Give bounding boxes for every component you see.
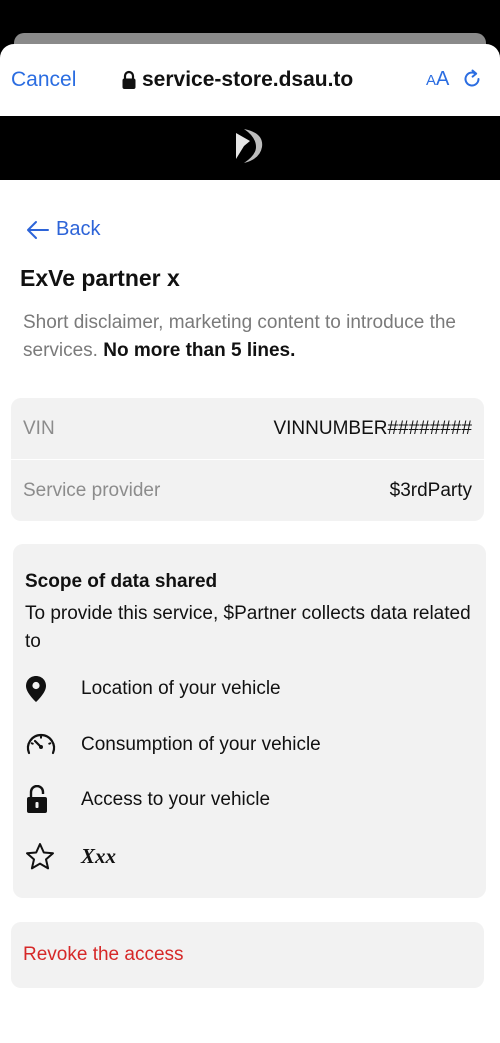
revoke-label: Revoke the access: [23, 944, 184, 965]
scope-title: Scope of data shared: [25, 571, 218, 592]
arrow-left-icon: [27, 220, 49, 239]
disclaimer-bold: No more than 5 lines.: [103, 340, 296, 361]
location-pin-icon: [25, 673, 69, 705]
cancel-button[interactable]: Cancel: [11, 68, 76, 92]
revoke-access-button[interactable]: Revoke the access: [11, 922, 484, 988]
scope-item-consumption: Consumption of your vehicle: [25, 729, 321, 761]
scope-item-label: Xxx: [81, 843, 117, 868]
brand-header: [0, 116, 500, 180]
provider-value: $3rdParty: [389, 479, 472, 501]
provider-row: Service provider $3rdParty: [11, 460, 484, 521]
page-title: ExVe partner x: [20, 265, 180, 291]
back-label: Back: [56, 218, 101, 240]
scope-description: To provide this service, $Partner collec…: [25, 603, 471, 652]
scope-item-label: Consumption of your vehicle: [81, 734, 321, 755]
lock-icon: [121, 70, 137, 90]
scope-item-label: Access to your vehicle: [81, 789, 271, 810]
provider-label: Service provider: [23, 479, 161, 501]
address-bar[interactable]: service-store.dsau.to: [121, 68, 353, 92]
vehicle-info-card: VIN VINNUMBER######## Service provider $…: [11, 398, 484, 521]
scope-item-label: Location of your vehicle: [81, 678, 281, 699]
text-size-large-label: A: [436, 68, 450, 90]
speedometer-icon: [25, 729, 69, 761]
vin-value: VINNUMBER########: [273, 417, 472, 439]
disclaimer-text: Short disclaimer, marketing content to i…: [23, 309, 483, 365]
vin-row: VIN VINNUMBER########: [11, 398, 484, 459]
scope-item-other: Xxx: [25, 840, 116, 872]
content-page: Back ExVe partner x Short disclaimer, ma…: [0, 180, 500, 1043]
browser-toolbar: Cancel service-store.dsau.to AA: [0, 44, 500, 116]
text-size-small-label: A: [426, 72, 437, 89]
scope-item-access: Access to your vehicle: [25, 784, 270, 816]
url-text: service-store.dsau.to: [142, 68, 354, 91]
scope-item-location: Location of your vehicle: [25, 673, 281, 705]
reload-icon[interactable]: [461, 68, 483, 90]
star-icon: [25, 840, 69, 872]
brand-logo-icon: [230, 125, 270, 172]
text-size-button[interactable]: AA: [426, 68, 449, 91]
vin-label: VIN: [23, 417, 55, 439]
unlocked-padlock-icon: [25, 784, 69, 816]
back-link[interactable]: Back: [26, 218, 100, 241]
data-scope-card: Scope of data shared To provide this ser…: [13, 544, 486, 898]
